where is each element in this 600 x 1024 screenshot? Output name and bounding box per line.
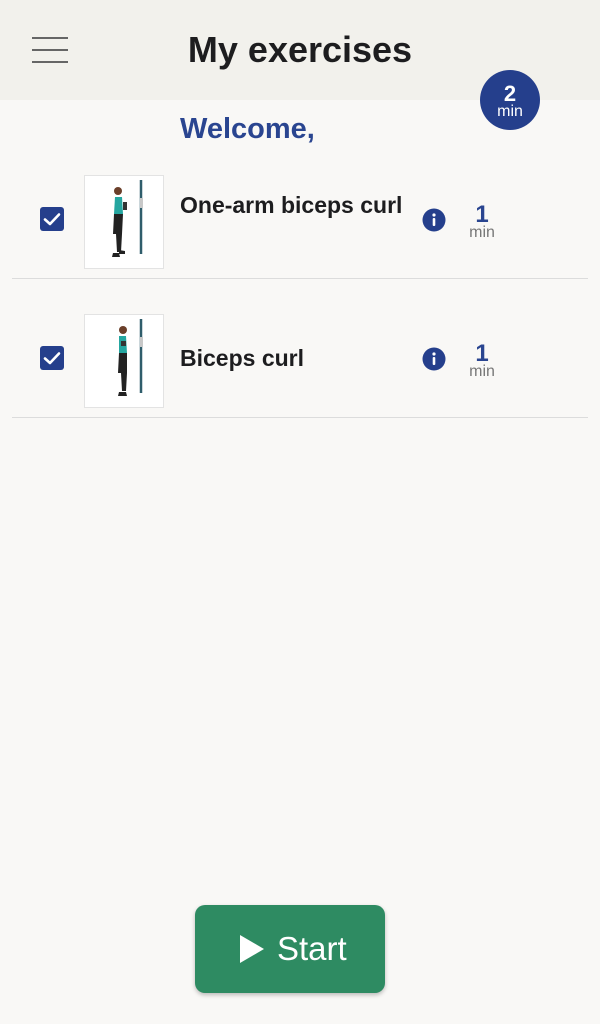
start-button-label: Start: [277, 930, 347, 967]
total-duration-badge: 2 min: [480, 70, 540, 130]
checkmark-icon: [43, 352, 61, 365]
exercise-name: Biceps curl: [180, 345, 304, 371]
exercise-duration: 1 min: [457, 201, 507, 241]
play-icon: [240, 935, 264, 963]
info-icon[interactable]: [422, 347, 446, 371]
exercise-row[interactable]: Biceps curl 1 min: [12, 299, 588, 418]
total-duration-value: 2: [503, 81, 517, 106]
exercise-checkbox[interactable]: [40, 346, 64, 370]
start-button[interactable]: Start: [195, 905, 385, 993]
page-title: My exercises: [187, 29, 413, 70]
total-duration-unit: min: [497, 103, 523, 120]
exercise-duration-unit: min: [469, 363, 495, 380]
exercise-duration-value: 1: [475, 340, 489, 367]
info-icon[interactable]: [422, 208, 446, 232]
exercise-illustration: [112, 180, 143, 257]
exercise-checkbox[interactable]: [40, 207, 64, 231]
exercise-name: One-arm biceps curl: [180, 192, 403, 218]
welcome-heading: Welcome,: [180, 113, 315, 145]
exercise-thumbnail[interactable]: [84, 314, 164, 408]
exercise-thumbnail[interactable]: [84, 175, 164, 269]
exercise-row[interactable]: One-arm biceps curl 1 min: [12, 160, 588, 279]
exercise-duration-value: 1: [475, 201, 489, 228]
exercise-duration: 1 min: [457, 340, 507, 380]
exercise-illustration: [118, 319, 143, 396]
exercise-duration-unit: min: [469, 224, 495, 241]
checkmark-icon: [43, 213, 61, 226]
